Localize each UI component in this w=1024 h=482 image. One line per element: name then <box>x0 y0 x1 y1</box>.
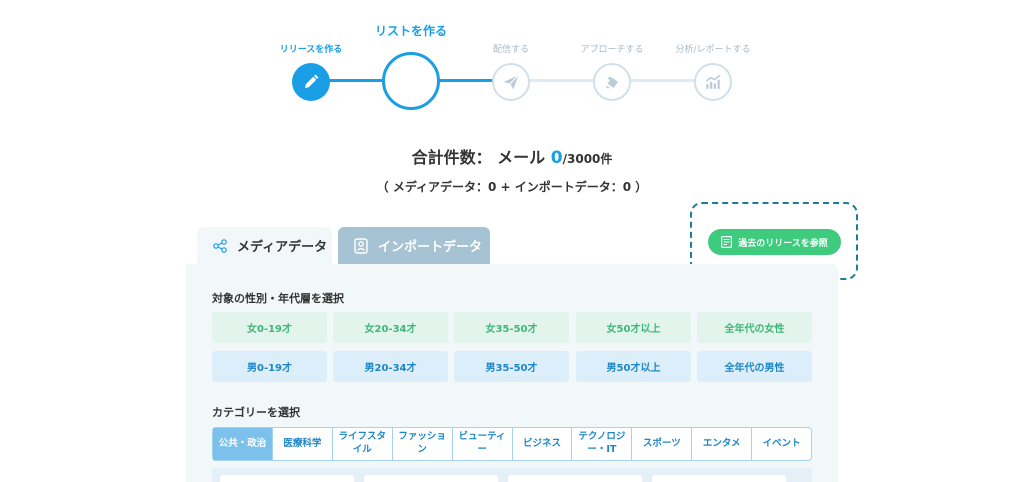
total-count: 合計件数： メール 0/3000件 <box>0 144 1024 168</box>
male-20-34-button[interactable]: 男20-34才 <box>333 351 448 382</box>
step-label-create-release: リリースを作る <box>279 45 343 55</box>
category-sports[interactable]: スポーツ <box>632 428 693 460</box>
contact-card-icon <box>352 237 370 255</box>
subcategory-item[interactable] <box>508 475 642 482</box>
category-medical-science[interactable]: 医療科学 <box>273 428 333 460</box>
category-public-politics[interactable]: 公共・政治 <box>213 428 273 460</box>
media-data-panel: 対象の性別・年代層を選択 女0-19才 女20-34才 女35-50才 女50才… <box>186 264 838 482</box>
step-label-distribute: 配信する <box>492 45 530 55</box>
step-create-list-inner <box>401 71 421 91</box>
total-cap: /3000件 <box>562 152 613 166</box>
female-all-ages-button[interactable]: 全年代の女性 <box>697 312 812 343</box>
category-beauty[interactable]: ビューティ ー <box>453 428 513 460</box>
step-create-release[interactable] <box>292 63 330 101</box>
share-nodes-icon <box>211 237 229 255</box>
male-all-ages-button[interactable]: 全年代の男性 <box>697 351 812 382</box>
total-count-value: 0 <box>550 148 563 168</box>
step-label-create-list: リストを作る <box>374 24 448 38</box>
category-section-title: カテゴリーを選択 <box>212 406 300 419</box>
total-type: メール <box>497 148 546 167</box>
tab-media-data-label: メディアデータ <box>237 240 328 255</box>
subcategory-item[interactable] <box>364 475 498 482</box>
document-list-icon <box>721 236 733 248</box>
category-fashion[interactable]: ファッショ ン <box>393 428 453 460</box>
category-entertainment[interactable]: エンタメ <box>692 428 753 460</box>
male-0-19-button[interactable]: 男0-19才 <box>212 351 327 382</box>
list-icon <box>401 72 421 86</box>
view-past-releases-label: 過去のリリースを参照 <box>738 238 828 249</box>
subcategory-item[interactable] <box>220 475 354 482</box>
category-tabs: 公共・政治 医療科学 ライフスタ イル ファッショ ン ビューティ ー ビジネス… <box>212 427 812 461</box>
step-label-approach: アプローチする <box>580 45 644 55</box>
female-35-50-button[interactable]: 女35-50才 <box>454 312 569 343</box>
step-create-list[interactable] <box>382 52 440 110</box>
demographic-section-title: 対象の性別・年代層を選択 <box>212 292 344 305</box>
female-50-plus-button[interactable]: 女50才以上 <box>576 312 691 343</box>
hand-icon <box>605 76 618 89</box>
subcategory-item[interactable] <box>652 475 786 482</box>
category-lifestyle[interactable]: ライフスタ イル <box>333 428 393 460</box>
step-distribute[interactable] <box>492 63 530 101</box>
tab-import-data[interactable]: インポートデータ <box>338 227 490 264</box>
step-label-analyze-report: 分析/レポートする <box>675 45 751 55</box>
total-prefix: 合計件数： <box>411 148 492 167</box>
category-event[interactable]: イベント <box>752 428 811 460</box>
male-50-plus-button[interactable]: 男50才以上 <box>576 351 691 382</box>
step-approach[interactable] <box>593 63 631 101</box>
step-analyze-report[interactable] <box>694 63 732 101</box>
tab-import-data-label: インポートデータ <box>378 240 483 255</box>
paper-plane-icon <box>503 74 519 90</box>
view-past-releases-button[interactable]: 過去のリリースを参照 <box>708 229 841 255</box>
progress-stepper: リリースを作る リストを作る 配信する アプローチする 分析/レポートする <box>0 0 1024 120</box>
count-breakdown: （ メディアデータ：0 + インポートデータ：0 ） <box>376 180 648 194</box>
male-35-50-button[interactable]: 男35-50才 <box>454 351 569 382</box>
female-0-19-button[interactable]: 女0-19才 <box>212 312 327 343</box>
category-technology-it[interactable]: テクノロジ ー・IT <box>572 428 633 460</box>
subcategory-row <box>212 468 812 482</box>
tab-media-data[interactable]: メディアデータ <box>197 227 332 264</box>
chart-icon <box>705 74 721 89</box>
female-20-34-button[interactable]: 女20-34才 <box>333 312 448 343</box>
category-business[interactable]: ビジネス <box>513 428 573 460</box>
pencil-icon <box>305 74 319 88</box>
